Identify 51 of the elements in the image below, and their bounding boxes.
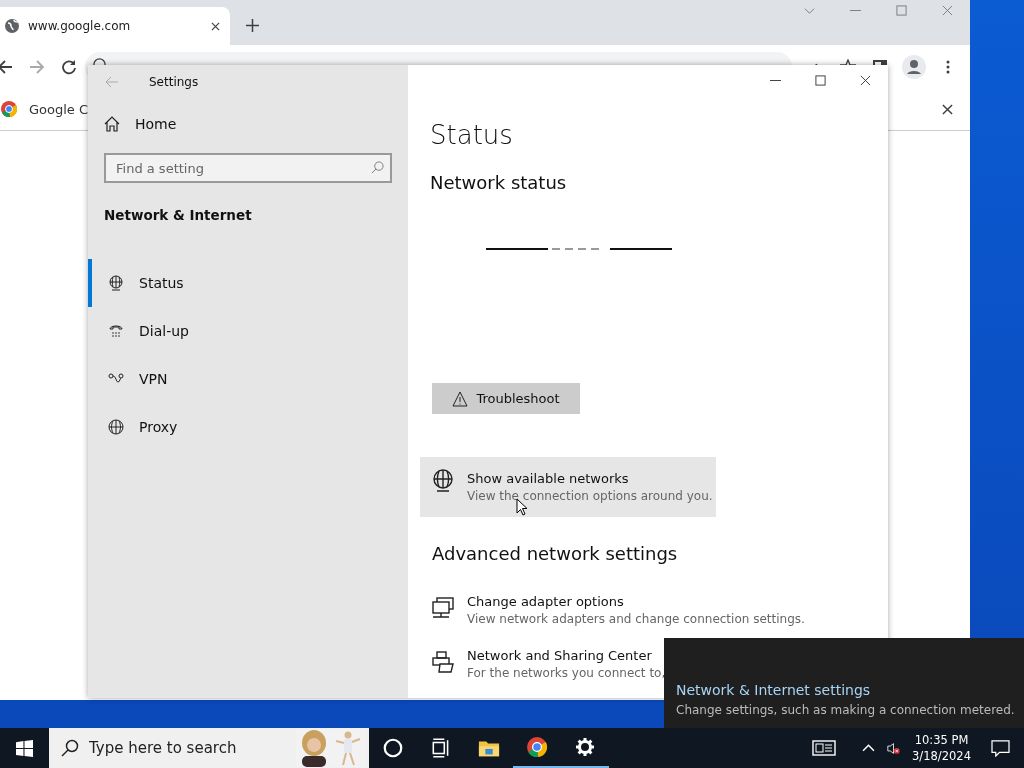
settings-link[interactable]: Network and Sharing Center For the networks you connect to, — [431, 648, 666, 680]
news-icon[interactable] — [812, 740, 837, 756]
globe-icon — [108, 419, 124, 435]
link-title: Change adapter options — [467, 594, 625, 609]
taskbar-search-bar[interactable]: Type here to search — [49, 728, 369, 768]
printer-icon — [431, 650, 455, 674]
reload-icon[interactable] — [61, 58, 77, 75]
link-title: Network and Sharing Center — [467, 648, 653, 663]
section-heading: Network & Internet — [103, 207, 253, 223]
bookmark-link[interactable]: Google C — [29, 101, 89, 117]
link-description: View the connection options around you. — [467, 489, 713, 503]
search-field[interactable]: Type here to search — [89, 739, 279, 757]
search-icon — [371, 161, 384, 174]
profile-icon[interactable] — [902, 54, 926, 79]
troubleshoot-button[interactable]: Troubleshoot — [432, 383, 580, 414]
close-icon[interactable] — [211, 21, 220, 31]
flyout-description: Change settings, such as making a connection metered. — [676, 703, 1016, 717]
search-icon — [61, 739, 79, 757]
muted-speaker-icon[interactable] — [887, 741, 901, 755]
plus-icon[interactable] — [246, 19, 259, 32]
monitor-icon — [431, 596, 455, 620]
windows-logo-icon[interactable] — [16, 739, 33, 757]
mouse-cursor-icon — [516, 498, 528, 516]
nav-item[interactable]: Status — [88, 259, 408, 307]
link-description: For the networks you connect to, — [467, 666, 666, 680]
globe-monitor-icon — [431, 469, 455, 493]
window-title: Settings — [149, 74, 199, 89]
warning-icon — [452, 390, 469, 407]
search-field[interactable]: Find a setting — [104, 153, 392, 183]
nav-item[interactable]: Proxy — [88, 403, 408, 451]
link-description: View network adapters and change connection settings. — [467, 612, 805, 626]
globe-monitor-icon — [108, 275, 124, 291]
back-arrow-icon[interactable] — [0, 58, 13, 75]
home-nav-item[interactable]: Home — [88, 111, 408, 137]
show-networks-link[interactable]: Show available networks View the connection options around you. — [420, 457, 716, 517]
page-heading: Status — [430, 120, 513, 150]
close-icon[interactable] — [942, 103, 953, 115]
settings-link[interactable]: Change adapter options View network adapters and change connection settings. — [431, 594, 805, 626]
taskbar-clock[interactable]: 10:35 PM 3/18/2024 — [912, 733, 971, 763]
flyout-title: Network & Internet settings — [676, 682, 872, 698]
link-title: Show available networks — [467, 471, 630, 486]
phone-icon — [108, 323, 124, 339]
notification-icon[interactable] — [991, 739, 1010, 757]
nav-item[interactable]: VPN — [88, 355, 408, 403]
section-heading: Advanced network settings — [432, 543, 678, 564]
home-icon — [104, 116, 120, 132]
notification-flyout[interactable]: Network & Internet settings Change settings, such as making a connection metered. — [664, 638, 1024, 728]
browser-tab[interactable]: www.google.com — [0, 7, 230, 45]
nav-item[interactable]: Dial-up — [88, 307, 408, 355]
section-heading: Network status — [430, 172, 567, 193]
globe-icon — [4, 18, 20, 34]
